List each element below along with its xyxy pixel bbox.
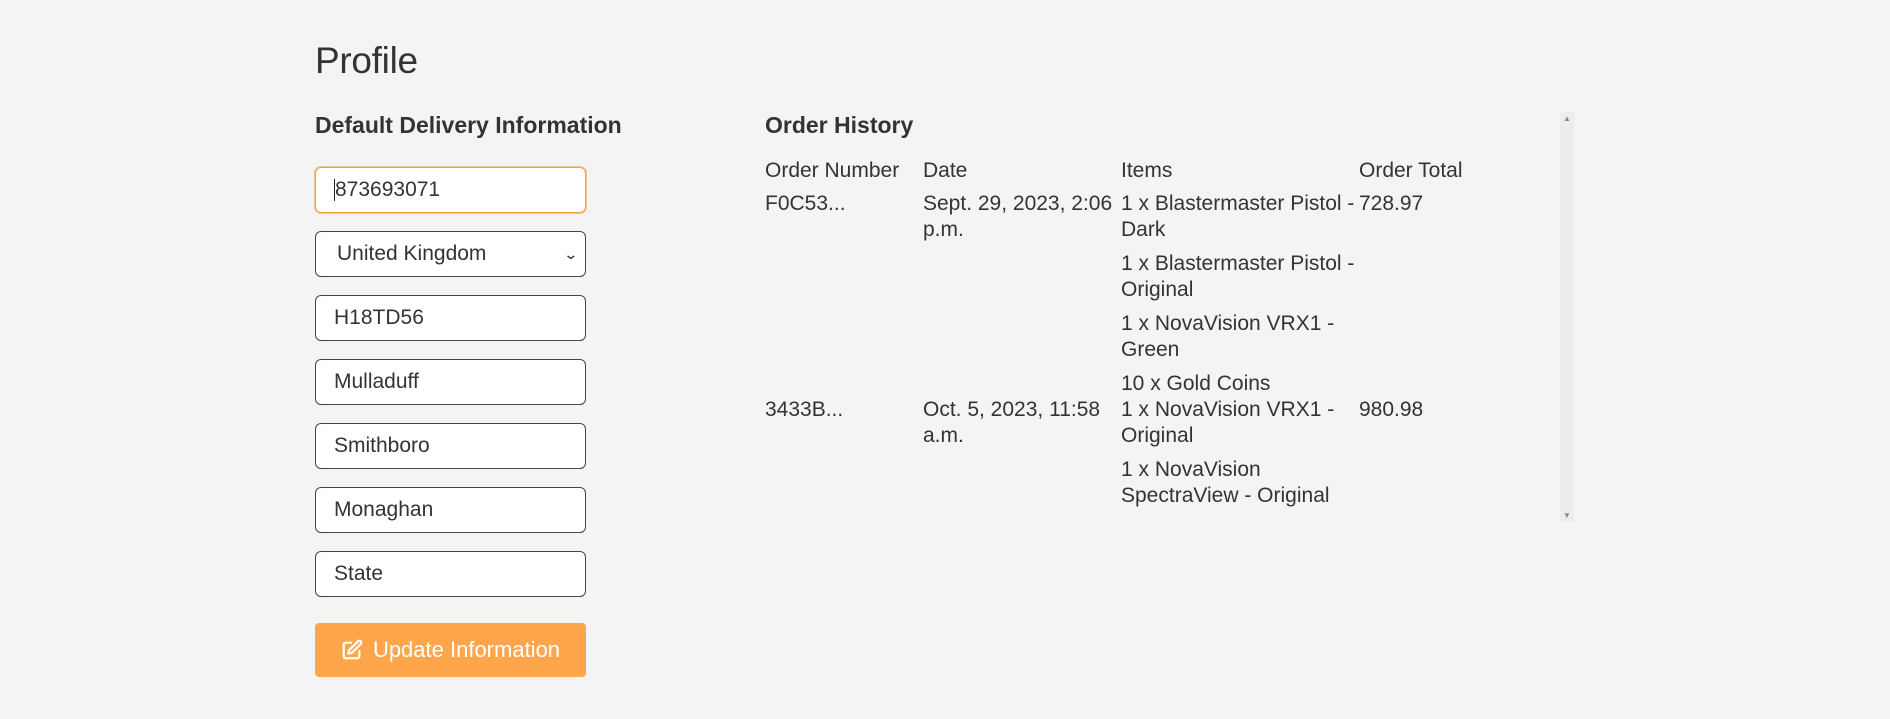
page-title: Profile — [315, 40, 418, 81]
order-item: 10 x Gold Coins — [1121, 372, 1271, 395]
street-address-2-field[interactable]: Monaghan — [315, 487, 586, 533]
phone-number-value: 873693071 — [335, 178, 441, 201]
chevron-down-icon: ⌄ — [563, 245, 579, 262]
edit-icon — [341, 639, 363, 661]
order-number-cell: 3433B... — [765, 398, 844, 421]
county-field[interactable]: State — [315, 551, 586, 597]
order-item: 1 x NovaVision VRX1 - Green — [1121, 312, 1335, 361]
street-address-1-value: Smithboro — [334, 434, 430, 457]
county-placeholder: State — [334, 562, 384, 585]
street-address-2-value: Monaghan — [334, 498, 434, 521]
column-header-order-number: Order Number — [765, 159, 900, 182]
update-information-label: Update Information — [372, 637, 561, 662]
order-number-cell: F0C53... — [765, 192, 846, 215]
postcode-field[interactable]: H18TD56 — [315, 295, 586, 341]
table-header-row: Order Number Date Items Order Total — [765, 158, 1529, 191]
table-row: F0C53... Sept. 29, 2023, 2:06 p.m. 1 x B… — [765, 191, 1529, 397]
order-items-cell: 1 x Blastermaster Pistol - Dark 1 x Blas… — [1121, 191, 1359, 397]
scroll-up-icon[interactable]: ▲ — [1560, 114, 1574, 123]
column-header-date: Date — [923, 159, 968, 182]
delivery-section-title: Default Delivery Information — [315, 112, 622, 138]
order-total-cell: 980.98 — [1359, 398, 1424, 421]
update-information-button[interactable]: Update Information — [315, 623, 586, 677]
order-item: 1 x Blastermaster Pistol - Dark — [1121, 192, 1355, 241]
phone-number-field[interactable]: 873693071 — [315, 167, 586, 213]
street-address-1-field[interactable]: Smithboro — [315, 423, 586, 469]
order-item: 1 x NovaVision VRX1 - Original — [1121, 398, 1335, 447]
order-history-scrollbar[interactable]: ▲ ▼ — [1560, 112, 1574, 522]
town-field[interactable]: Mulladuff — [315, 359, 586, 405]
order-item: 1 x Blastermaster Pistol - Original — [1121, 252, 1355, 301]
table-row: 3433B... Oct. 5, 2023, 11:58 a.m. 1 x No… — [765, 397, 1529, 509]
order-total-cell: 728.97 — [1359, 192, 1424, 215]
order-history-title: Order History — [765, 112, 914, 138]
scroll-down-icon[interactable]: ▼ — [1560, 511, 1574, 520]
order-item: 1 x NovaVision SpectraView - Original — [1121, 458, 1330, 507]
column-header-order-total: Order Total — [1359, 159, 1463, 182]
order-date-cell: Sept. 29, 2023, 2:06 p.m. — [923, 192, 1113, 241]
order-date-cell: Oct. 5, 2023, 11:58 a.m. — [923, 398, 1101, 447]
order-history-table: Order Number Date Items Order Total F0C5… — [765, 158, 1529, 509]
town-value: Mulladuff — [334, 370, 419, 393]
order-items-cell: 1 x NovaVision VRX1 - Original 1 x NovaV… — [1121, 397, 1359, 509]
country-select[interactable]: United Kingdom ⌄ — [315, 231, 586, 277]
postcode-value: H18TD56 — [334, 306, 424, 329]
column-header-items: Items — [1121, 159, 1173, 182]
country-value: United Kingdom — [337, 242, 487, 265]
